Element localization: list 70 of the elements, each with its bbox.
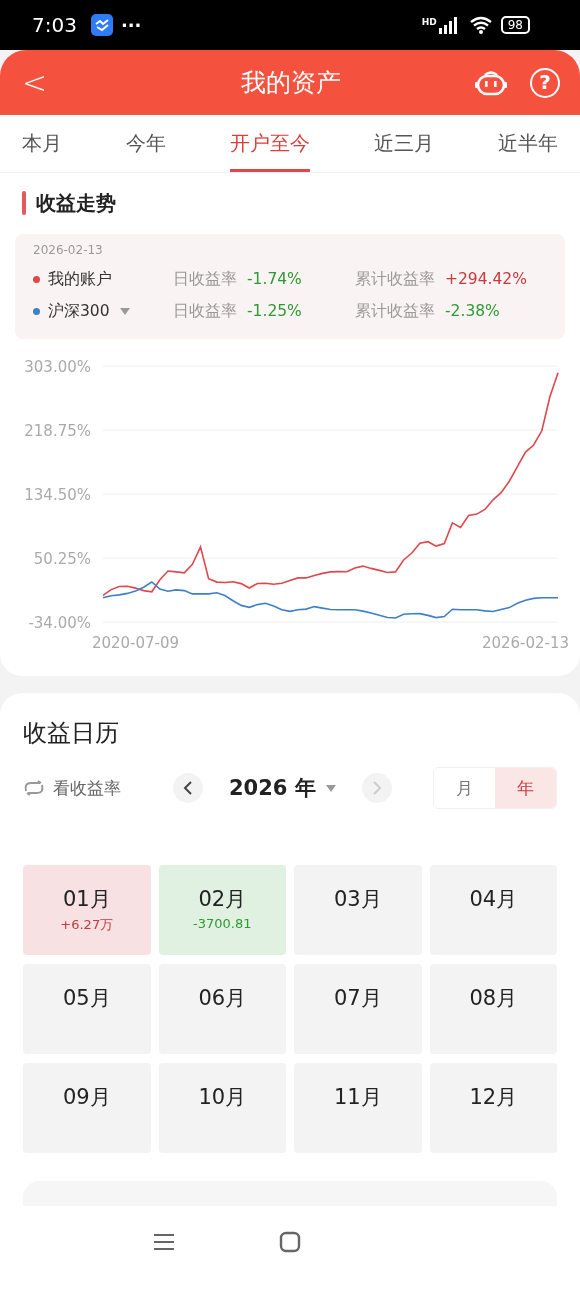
daily-return-value: -1.74% — [247, 270, 303, 288]
month-label: 04月 — [469, 886, 518, 913]
period-tab[interactable]: 近半年 — [498, 115, 558, 172]
page-title: 我的资产 — [240, 67, 342, 99]
y-axis-label: -34.00% — [28, 614, 91, 632]
month-label: 05月 — [62, 985, 111, 1012]
month-cell[interactable]: 06月 — [158, 964, 286, 1054]
view-mode-tab[interactable]: 年 — [495, 768, 556, 808]
month-cell[interactable]: 09月 — [23, 1063, 151, 1153]
month-cell[interactable]: 08月 — [429, 964, 557, 1054]
total-return-label: 累计收益率 — [355, 300, 435, 322]
month-label: 11月 — [333, 1084, 382, 1111]
previous-year-button[interactable] — [173, 773, 203, 803]
x-axis-label: 2026-02-13 — [481, 634, 570, 652]
period-tab[interactable]: 近三月 — [374, 115, 434, 172]
month-label: 02月 — [198, 886, 247, 913]
month-label: 06月 — [198, 985, 247, 1012]
legend-date: 2026-02-13 — [33, 243, 104, 257]
month-cell[interactable]: 07月 — [294, 964, 422, 1054]
chevron-left-icon — [183, 781, 193, 795]
caret-icon[interactable] — [119, 307, 130, 315]
total-return-value: +294.42% — [445, 270, 527, 288]
month-label: 01月 — [62, 886, 111, 913]
chevron-right-icon — [371, 781, 382, 795]
y-axis-label: 134.50% — [24, 486, 91, 504]
month-label: 10月 — [198, 1084, 247, 1111]
daily-return-label: 日收益率 — [173, 268, 237, 290]
home-icon[interactable] — [279, 1230, 301, 1253]
month-label: 03月 — [333, 886, 382, 913]
period-tab[interactable]: 今年 — [126, 115, 166, 172]
month-label: 09月 — [62, 1084, 111, 1111]
daily-return-label: 日收益率 — [173, 300, 237, 322]
total-return-value: -2.38% — [445, 302, 500, 320]
period-tab[interactable]: 本月 — [22, 115, 62, 172]
swap-icon — [23, 780, 45, 796]
series-name: 沪深300 — [48, 300, 110, 322]
network-type: HD — [421, 17, 437, 27]
more-notifications: ··· — [120, 14, 142, 36]
month-cell[interactable]: 03月 — [294, 865, 422, 955]
month-amount: +6.27万 — [60, 916, 114, 934]
y-axis-label: 50.25% — [33, 550, 91, 568]
month-cell[interactable]: 05月 — [23, 964, 151, 1054]
app-notification-icon — [90, 14, 113, 36]
menu-icon[interactable] — [153, 1232, 175, 1251]
caret-icon — [325, 784, 336, 792]
month-cell[interactable]: 01月 +6.27万 — [23, 865, 151, 955]
y-axis-label: 218.75% — [24, 422, 91, 440]
x-axis-label: 2020-07-09 — [91, 634, 180, 652]
month-label: 08月 — [469, 985, 518, 1012]
wifi-icon — [468, 16, 493, 34]
y-axis-label: 303.00% — [24, 358, 91, 376]
month-amount: -3700.81 — [193, 916, 252, 931]
month-cell[interactable]: 02月 -3700.81 — [158, 865, 286, 955]
robot-icon[interactable] — [474, 68, 508, 97]
total-return-label: 累计收益率 — [355, 268, 435, 290]
section-marker — [22, 191, 26, 215]
daily-return-value: -1.25% — [247, 302, 303, 320]
year-selector[interactable]: 2026 年 — [229, 774, 336, 802]
rate-toggle[interactable]: 看收益率 — [23, 776, 121, 800]
month-cell[interactable]: 12月 — [429, 1063, 557, 1153]
month-label: 07月 — [333, 985, 382, 1012]
section-title: 收益走势 — [36, 189, 116, 217]
month-cell[interactable]: 10月 — [158, 1063, 286, 1153]
series-name: 我的账户 — [48, 268, 112, 290]
status-time: 7:03 — [32, 13, 77, 37]
month-cell[interactable]: 11月 — [294, 1063, 422, 1153]
month-label: 12月 — [469, 1084, 518, 1111]
calendar-title: 收益日历 — [23, 718, 120, 749]
battery-indicator: 98 — [500, 16, 530, 34]
month-cell[interactable]: 04月 — [429, 865, 557, 955]
